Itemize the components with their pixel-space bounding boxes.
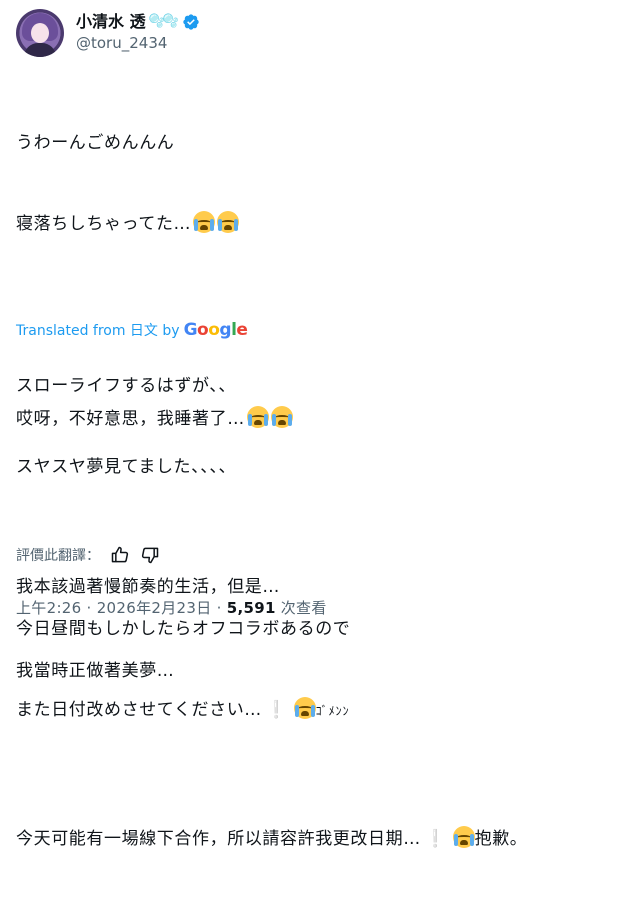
loudly-crying-face-icon <box>217 211 240 233</box>
bubbles-emoji: 🫧🫧 <box>148 14 179 29</box>
translated-label: Translated from 日文 by <box>16 323 180 339</box>
exclamation-icon: ❕ <box>424 829 447 849</box>
thumbs-down-icon[interactable] <box>140 545 160 565</box>
user-handle[interactable]: @toru_2434 <box>76 33 200 53</box>
user-names: 小清水 透 🫧🫧 @toru_2434 <box>76 12 200 53</box>
translation-line: 今天可能有一場線下合作，所以請容許我更改日期… ❕ 抱歉。 <box>16 825 616 853</box>
loudly-crying-face-icon <box>193 211 216 233</box>
rate-translation: 評價此翻譯： <box>16 545 160 565</box>
avatar[interactable] <box>16 9 64 57</box>
loudly-crying-face-icon <box>246 406 269 428</box>
tweet-time[interactable]: 上午2:26 <box>16 599 81 617</box>
loudly-crying-face-icon <box>270 406 293 428</box>
tweet-meta: 上午2:26 · 2026年2月23日 · 5,591 次查看 <box>16 599 327 617</box>
verified-badge-icon <box>183 14 199 30</box>
tweet-header: 小清水 透 🫧🫧 @toru_2434 <box>16 9 606 57</box>
apology-text: 抱歉。 <box>474 829 528 849</box>
tweet-page: 小清水 透 🫧🫧 @toru_2434 うわーんごめんんん 寝落ちしちゃってた…… <box>0 0 621 849</box>
tweet-date[interactable]: 2026年2月23日 <box>97 599 212 617</box>
display-name[interactable]: 小清水 透 <box>76 12 146 32</box>
translation-line: 我當時正做著美夢… <box>16 661 175 681</box>
tweet-line: 寝落ちしちゃってた… <box>16 211 616 238</box>
rate-label: 評價此翻譯： <box>16 548 100 564</box>
thumbs-up-icon[interactable] <box>110 545 130 565</box>
views-label: 次查看 <box>275 599 327 617</box>
translated-text: 哎呀，不好意思，我睡著了… 我本該過著慢節奏的生活，但是… 我當時正做著美夢… … <box>16 349 616 909</box>
google-logo: Google <box>183 320 248 340</box>
translation-attribution[interactable]: Translated from 日文 by Google <box>16 320 248 340</box>
translation-line: 哎呀，不好意思，我睡著了… <box>16 405 616 433</box>
loudly-crying-face-icon <box>452 826 475 848</box>
views-count: 5,591 <box>226 599 276 617</box>
tweet-line: うわーんごめんんん <box>16 133 175 153</box>
display-name-row[interactable]: 小清水 透 🫧🫧 <box>76 12 200 32</box>
